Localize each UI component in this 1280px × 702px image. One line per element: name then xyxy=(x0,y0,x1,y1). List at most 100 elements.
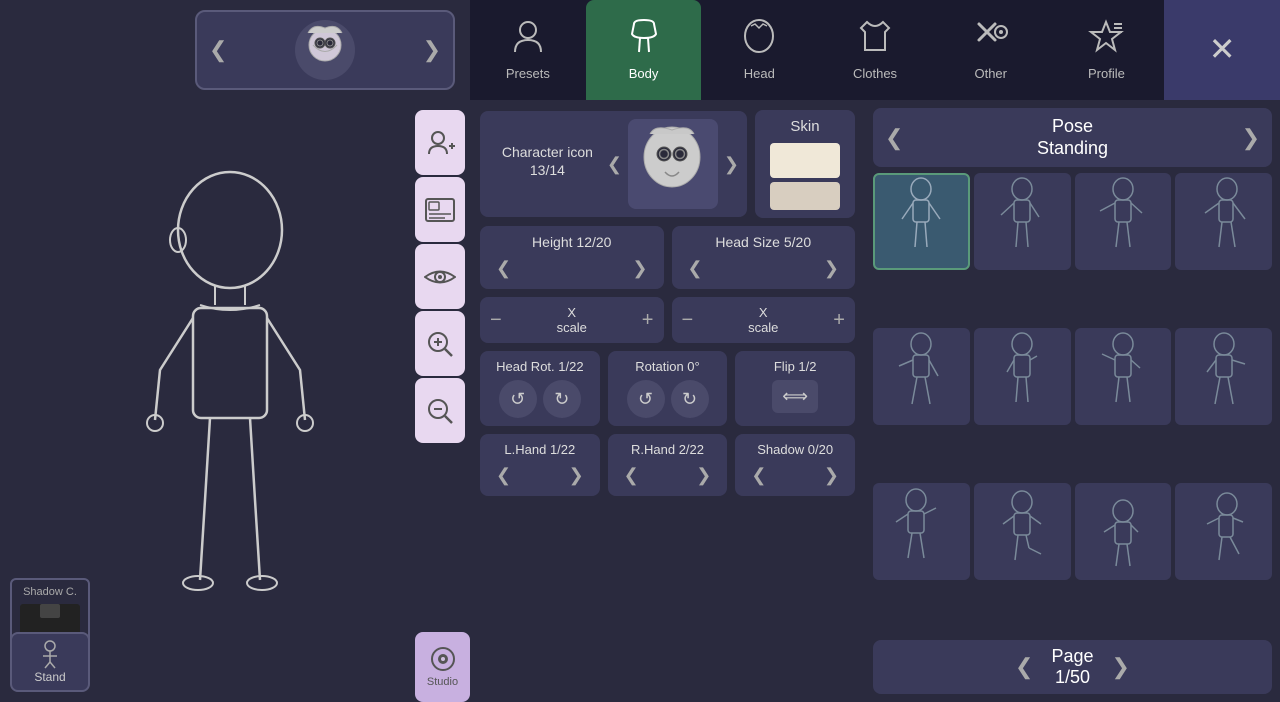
avatar-circle xyxy=(295,20,355,80)
studio-icon xyxy=(430,646,456,672)
lhand-label: L.Hand 1/22 xyxy=(490,442,590,457)
size-row: Height 12/20 ❮ ❯ Head Size 5/20 ❮ ❯ xyxy=(480,226,855,289)
pose-item-3[interactable] xyxy=(1075,173,1172,270)
plus-x-left-btn[interactable]: + xyxy=(642,309,654,332)
rhand-label: R.Hand 2/22 xyxy=(618,442,718,457)
body-label: Body xyxy=(629,66,659,81)
pose-item-11[interactable] xyxy=(1075,483,1172,580)
pose-item-7[interactable] xyxy=(1075,328,1172,425)
zoom-out-btn[interactable] xyxy=(415,378,465,443)
skin-swatch-light[interactable] xyxy=(770,143,840,178)
pose-title: PoseStanding xyxy=(1037,116,1108,159)
stand-icon xyxy=(35,640,65,670)
tab-body[interactable]: Body xyxy=(586,0,702,100)
sidebar-tools xyxy=(415,110,470,443)
page-next-btn[interactable]: ❯ xyxy=(1104,652,1138,682)
head-icon xyxy=(741,18,777,62)
flip-label: Flip 1/2 xyxy=(745,359,845,374)
head-rot-label: Head Rot. 1/22 xyxy=(490,359,590,374)
pose-item-12[interactable] xyxy=(1175,483,1272,580)
lhand-prev-btn[interactable]: ❮ xyxy=(490,463,517,488)
studio-label: Studio xyxy=(427,676,458,688)
left-panel: ❮ ❯ xyxy=(0,0,470,702)
other-icon xyxy=(973,18,1009,62)
height-box: Height 12/20 ❮ ❯ xyxy=(480,226,664,289)
lhand-next-btn[interactable]: ❯ xyxy=(563,463,590,488)
studio-button[interactable]: Studio xyxy=(415,632,470,702)
scale-row: − Xscale + − Xscale + xyxy=(480,297,855,343)
rot-cw-btn[interactable]: ↻ xyxy=(671,380,709,418)
page-text: Page1/50 xyxy=(1051,646,1093,688)
char-icon-next-btn[interactable]: ❯ xyxy=(724,154,739,175)
tab-profile[interactable]: Profile xyxy=(1049,0,1165,100)
height-next-btn[interactable]: ❯ xyxy=(626,256,653,281)
tab-head[interactable]: Head xyxy=(701,0,817,100)
minus-x-right-btn[interactable]: − xyxy=(682,309,694,332)
pose-prev-btn[interactable]: ❮ xyxy=(885,125,903,151)
page-prev-btn[interactable]: ❮ xyxy=(1007,652,1041,682)
lhand-box: L.Hand 1/22 ❮ ❯ xyxy=(480,434,600,496)
tab-clothes[interactable]: Clothes xyxy=(817,0,933,100)
rot-ccw-btn[interactable]: ↺ xyxy=(627,380,665,418)
skin-box: Skin xyxy=(755,110,855,218)
avatar-prev-btn[interactable]: ❮ xyxy=(209,37,227,63)
profile-icon xyxy=(1088,18,1124,62)
minus-x-left-btn[interactable]: − xyxy=(490,309,502,332)
add-character-btn[interactable] xyxy=(415,110,465,175)
zoom-in-btn[interactable] xyxy=(415,311,465,376)
pose-item-6[interactable] xyxy=(974,328,1071,425)
head-size-prev-btn[interactable]: ❮ xyxy=(682,256,709,281)
zoom-in-icon xyxy=(426,330,454,358)
avatar-next-btn[interactable]: ❯ xyxy=(423,37,441,63)
height-label: Height 12/20 xyxy=(490,234,654,250)
rotation-box: Rotation 0° ↺ ↻ xyxy=(608,351,728,426)
height-prev-btn[interactable]: ❮ xyxy=(490,256,517,281)
pose-item-1[interactable] xyxy=(873,173,970,270)
head-rot-ccw-btn[interactable]: ↺ xyxy=(499,380,537,418)
pose-item-10[interactable] xyxy=(974,483,1071,580)
pose-next-btn[interactable]: ❯ xyxy=(1242,125,1260,151)
shadow-next-btn[interactable]: ❯ xyxy=(818,463,845,488)
shadow-prev-btn[interactable]: ❮ xyxy=(745,463,772,488)
stand-button[interactable]: Stand xyxy=(10,632,90,692)
head-size-next-btn[interactable]: ❯ xyxy=(818,256,845,281)
pose-item-5[interactable] xyxy=(873,328,970,425)
char-icon-prev-btn[interactable]: ❮ xyxy=(607,154,622,175)
pose-item-2[interactable] xyxy=(974,173,1071,270)
body-icon xyxy=(626,18,662,62)
rhand-prev-btn[interactable]: ❮ xyxy=(618,463,645,488)
rotation-label: Rotation 0° xyxy=(618,359,718,374)
zoom-out-icon xyxy=(426,397,454,425)
pose-item-9[interactable] xyxy=(873,483,970,580)
tab-other[interactable]: Other xyxy=(933,0,1049,100)
close-tab[interactable]: ✕ xyxy=(1164,0,1280,100)
flip-box: Flip 1/2 ⟺ xyxy=(735,351,855,426)
tab-presets[interactable]: Presets xyxy=(470,0,586,100)
pose-grid xyxy=(873,173,1272,634)
pose-header: ❮ PoseStanding ❯ xyxy=(873,108,1272,167)
tab-bar: Presets Body Head Clothes xyxy=(470,0,1280,100)
controls-panel: Character icon 13/14 ❮ xyxy=(470,100,865,702)
scale-x-right-box: − Xscale + xyxy=(672,297,856,343)
clothes-label: Clothes xyxy=(853,66,897,81)
other-label: Other xyxy=(974,66,1007,81)
head-size-label: Head Size 5/20 xyxy=(682,234,846,250)
pose-item-4[interactable] xyxy=(1175,173,1272,270)
skin-swatch-dark[interactable] xyxy=(770,182,840,210)
add-character-icon xyxy=(425,128,455,158)
gallery-btn[interactable] xyxy=(415,177,465,242)
content-area: Character icon 13/14 ❮ xyxy=(470,100,1280,702)
rhand-box: R.Hand 2/22 ❮ ❯ xyxy=(608,434,728,496)
eye-btn[interactable] xyxy=(415,244,465,309)
flip-btn[interactable]: ⟺ xyxy=(772,380,818,413)
presets-label: Presets xyxy=(506,66,550,81)
rhand-next-btn[interactable]: ❯ xyxy=(690,463,717,488)
plus-x-right-btn[interactable]: + xyxy=(833,309,845,332)
character-figure xyxy=(80,110,380,650)
shadow-color-label: Shadow C. xyxy=(18,586,82,598)
head-rot-cw-btn[interactable]: ↻ xyxy=(543,380,581,418)
pose-item-8[interactable] xyxy=(1175,328,1272,425)
page-indicator: ❮ Page1/50 ❯ xyxy=(873,640,1272,694)
char-avatar-preview xyxy=(628,119,718,209)
gallery-icon xyxy=(425,198,455,222)
